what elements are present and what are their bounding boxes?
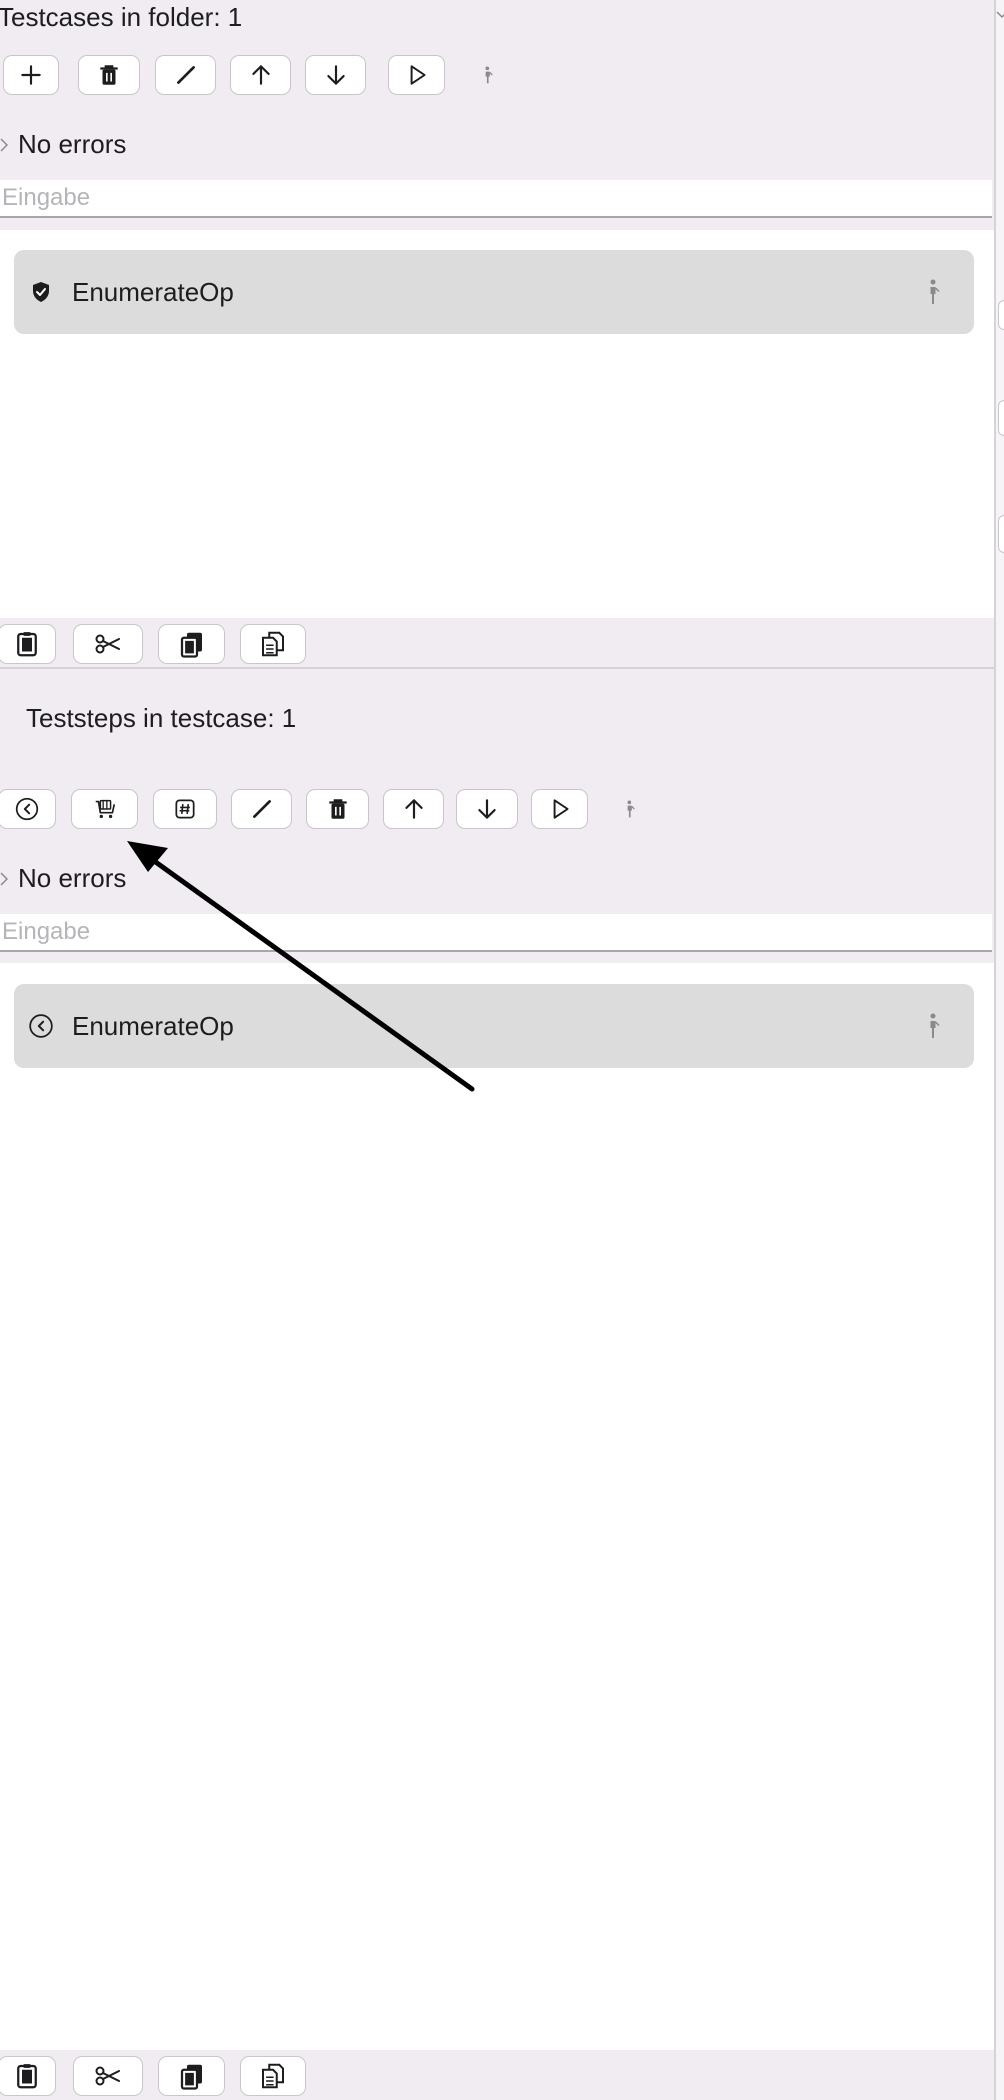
cut-button[interactable] xyxy=(73,2056,143,2096)
duplicate-button[interactable] xyxy=(240,2056,306,2096)
adjacent-pane-control[interactable] xyxy=(998,515,1004,553)
scissors-icon xyxy=(95,2066,120,2086)
teststeps-clipboard-bar xyxy=(0,2050,994,2100)
adjacent-pane-control[interactable] xyxy=(998,300,1004,330)
annotation-arrow-icon xyxy=(127,841,475,1092)
paste-button[interactable] xyxy=(0,2056,56,2096)
chevron-down-icon xyxy=(996,11,1004,19)
copy-button[interactable] xyxy=(158,2056,225,2096)
adjacent-pane-control[interactable] xyxy=(998,400,1004,436)
copy-icon xyxy=(180,2064,202,2090)
adjacent-pane-edge xyxy=(994,0,1004,2100)
clipboard-icon xyxy=(17,2064,37,2089)
document-copy-icon xyxy=(262,2063,284,2089)
